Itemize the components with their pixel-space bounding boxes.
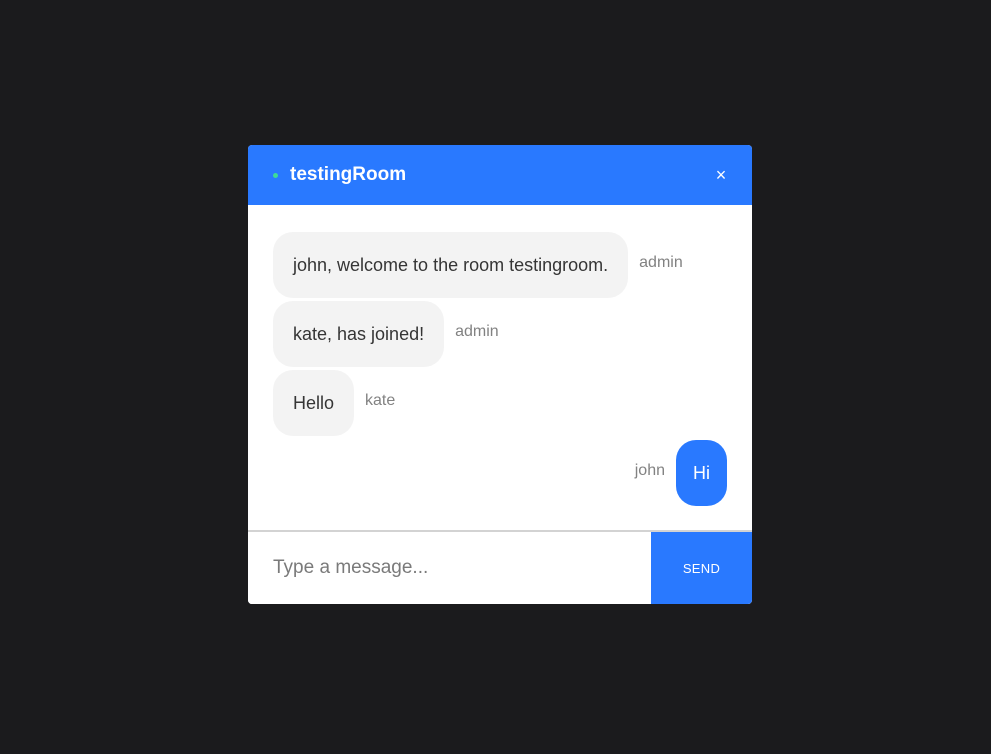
online-status-icon [273, 173, 278, 178]
message-input[interactable] [248, 532, 651, 604]
message-bubble: Hello [273, 370, 355, 436]
message-sender: admin [455, 323, 499, 340]
message-bubble-self: Hi [676, 440, 727, 506]
message-bubble: john, welcome to the room testingroom. [273, 232, 629, 298]
chat-window: testingRoom × john, welcome to the room … [248, 145, 752, 604]
message-composer: SEND [248, 532, 752, 604]
message-item-self: john Hi [273, 440, 727, 506]
message-list: john, welcome to the room testingroom. a… [248, 205, 752, 530]
message-sender: john [634, 462, 665, 479]
close-button[interactable]: × [710, 163, 732, 187]
message-item: john, welcome to the room testingroom. a… [273, 232, 727, 298]
send-button[interactable]: SEND [651, 532, 752, 604]
message-item: Hello kate [273, 370, 727, 436]
message-bubble: kate, has joined! [273, 301, 445, 367]
message-item: kate, has joined! admin [273, 301, 727, 367]
chat-header: testingRoom × [248, 145, 752, 205]
message-sender: admin [639, 254, 683, 271]
message-sender: kate [365, 392, 396, 409]
room-title: testingRoom [290, 164, 407, 185]
